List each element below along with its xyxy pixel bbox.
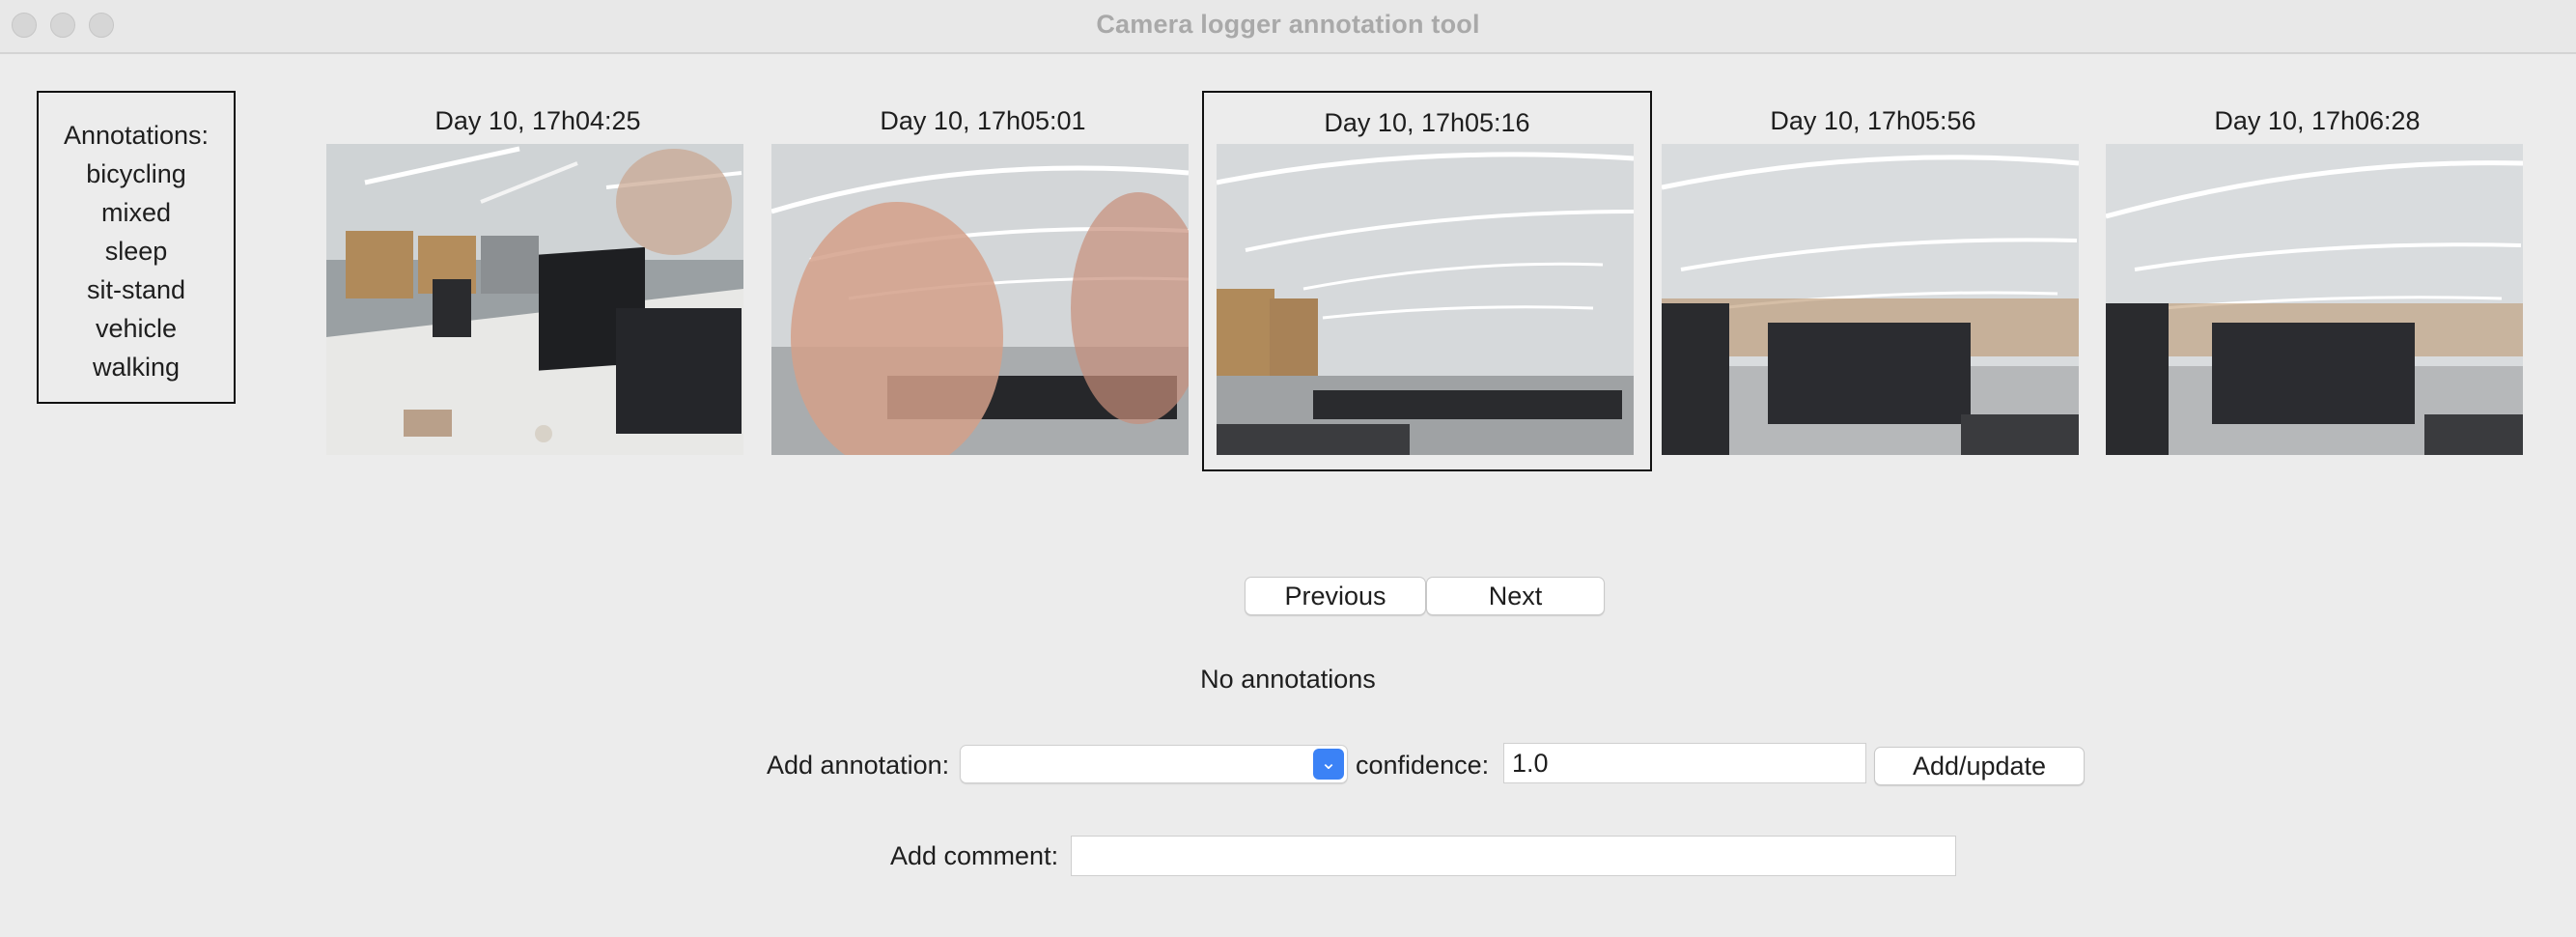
annotation-item-sit-stand: sit-stand xyxy=(86,275,186,304)
camera-image[interactable] xyxy=(1662,144,2079,455)
thumbnail-timestamp: Day 10, 17h04:25 xyxy=(434,106,641,135)
window-title: Camera logger annotation tool xyxy=(1096,10,1480,39)
add-comment-label: Add comment: xyxy=(890,841,1059,870)
annotations-panel: Annotations: bicycling mixed sleep sit-s… xyxy=(37,91,236,404)
thumbnail-timestamp: Day 10, 17h05:01 xyxy=(880,106,1086,135)
annotation-item-mixed: mixed xyxy=(100,198,172,227)
thumbnail-2[interactable]: Day 10, 17h05:01 xyxy=(758,91,1208,471)
annotation-item-bicycling: bicycling xyxy=(86,159,186,188)
add-annotation-label: Add annotation: xyxy=(767,751,950,780)
thumbnail-5[interactable]: Day 10, 17h06:28 xyxy=(2092,91,2542,471)
camera-image[interactable] xyxy=(2106,144,2523,455)
confidence-label: confidence: xyxy=(1356,751,1490,780)
annotation-item-walking: walking xyxy=(92,353,181,382)
title-bar: Camera logger annotation tool xyxy=(0,0,2576,54)
camera-image[interactable] xyxy=(326,144,743,455)
chevron-down-icon[interactable]: ⌄ xyxy=(1313,749,1344,780)
thumbnail-timestamp: Day 10, 17h05:56 xyxy=(1770,106,1976,135)
next-button[interactable]: Next xyxy=(1426,577,1605,615)
confidence-input[interactable]: 1.0 xyxy=(1503,743,1866,783)
thumbnail-1[interactable]: Day 10, 17h04:25 xyxy=(313,91,763,471)
add-update-button[interactable]: Add/update xyxy=(1874,747,2085,785)
annotations-header: Annotations: xyxy=(63,121,210,150)
camera-image[interactable] xyxy=(1217,144,1634,455)
previous-button[interactable]: Previous xyxy=(1245,577,1426,615)
thumbnail-timestamp: Day 10, 17h06:28 xyxy=(2214,106,2421,135)
annotation-select[interactable]: ⌄ xyxy=(960,745,1348,783)
camera-image[interactable] xyxy=(771,144,1189,455)
annotation-item-sleep: sleep xyxy=(104,237,168,266)
thumbnail-timestamp: Day 10, 17h05:16 xyxy=(1324,108,1530,137)
annotation-status: No annotations xyxy=(1200,665,1376,694)
annotation-item-vehicle: vehicle xyxy=(95,314,178,343)
thumbnail-3[interactable]: Day 10, 17h05:16 xyxy=(1202,91,1652,471)
comment-input[interactable] xyxy=(1071,836,1956,876)
thumbnail-4[interactable]: Day 10, 17h05:56 xyxy=(1648,91,2098,471)
